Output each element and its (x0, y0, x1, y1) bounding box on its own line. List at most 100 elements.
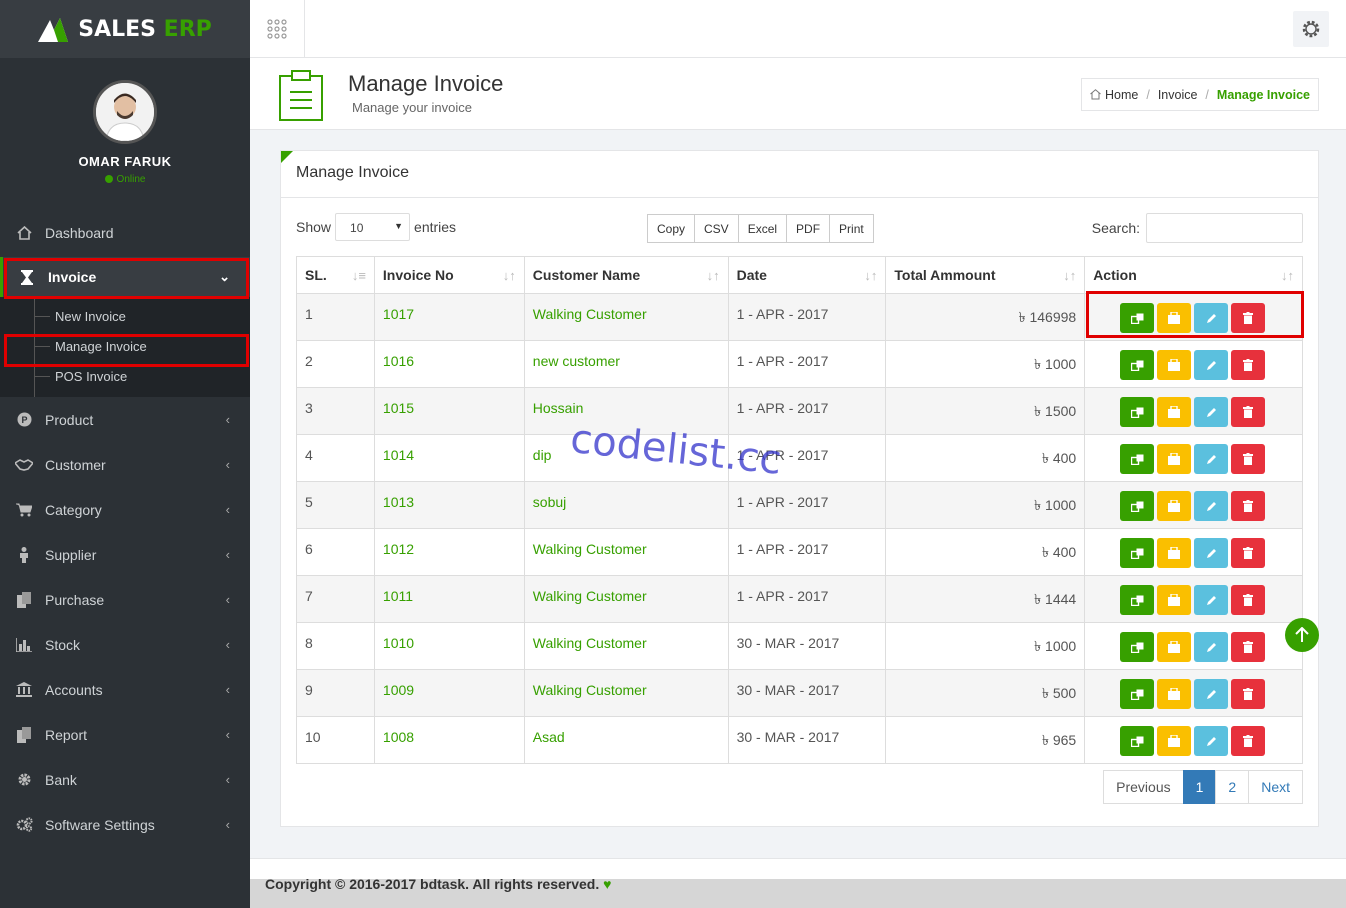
cell-invoice-no[interactable]: 1012 (373, 528, 525, 576)
delete-button[interactable] (1231, 350, 1266, 380)
sidebar-item-dashboard[interactable]: Dashboard (0, 210, 250, 255)
delete-button[interactable] (1231, 491, 1266, 521)
cell-invoice-no[interactable]: 1015 (373, 387, 525, 435)
view-button[interactable] (1120, 350, 1155, 380)
cell-invoice-no[interactable]: 1009 (373, 669, 525, 717)
avatar[interactable] (93, 80, 157, 144)
col-date[interactable]: Date ↓↑ (727, 256, 887, 294)
delete-button[interactable] (1231, 538, 1266, 568)
pos-button[interactable] (1157, 538, 1192, 568)
sidebar-item-report[interactable]: Report ‹ (0, 712, 250, 757)
breadcrumb-invoice[interactable]: Invoice (1158, 88, 1198, 102)
cell-customer-name[interactable]: Walking Customer (523, 293, 729, 341)
view-icon (1130, 548, 1144, 559)
col-total-amount[interactable]: Total Ammount ↓↑ (885, 256, 1086, 294)
cell-invoice-no[interactable]: 1011 (373, 575, 525, 623)
sidebar-item-label: Software Settings (45, 816, 155, 833)
cell-invoice-no[interactable]: 1016 (373, 340, 525, 388)
cell-invoice-no[interactable]: 1014 (373, 434, 525, 482)
cell-invoice-no[interactable]: 1008 (373, 716, 525, 764)
pagination-page-2[interactable]: 2 (1215, 770, 1250, 804)
search-input[interactable] (1146, 213, 1303, 243)
pagination-previous[interactable]: Previous (1103, 770, 1184, 804)
edit-button[interactable] (1194, 397, 1229, 427)
view-button[interactable] (1120, 491, 1155, 521)
view-button[interactable] (1120, 444, 1155, 474)
pos-button[interactable] (1157, 303, 1192, 333)
view-icon (1130, 360, 1144, 371)
view-button[interactable] (1120, 397, 1155, 427)
cell-invoice-no[interactable]: 1013 (373, 481, 525, 529)
sidebar-item-stock[interactable]: Stock ‹ (0, 622, 250, 667)
pos-button[interactable] (1157, 444, 1192, 474)
edit-button[interactable] (1194, 538, 1229, 568)
print-button[interactable]: Print (829, 214, 874, 243)
pos-button[interactable] (1157, 491, 1192, 521)
view-button[interactable] (1120, 585, 1155, 615)
delete-button[interactable] (1231, 585, 1266, 615)
pos-button[interactable] (1157, 585, 1192, 615)
view-button[interactable] (1120, 538, 1155, 568)
cell-customer-name[interactable]: Walking Customer (523, 622, 729, 670)
delete-button[interactable] (1231, 444, 1266, 474)
col-sl[interactable]: SL. ↓≡ (296, 256, 375, 294)
edit-button[interactable] (1194, 444, 1229, 474)
delete-button[interactable] (1231, 679, 1266, 709)
submenu-pos-invoice[interactable]: POS Invoice (0, 361, 250, 391)
cell-customer-name[interactable]: Walking Customer (523, 575, 729, 623)
edit-button[interactable] (1194, 679, 1229, 709)
edit-button[interactable] (1194, 585, 1229, 615)
sidebar-item-customer[interactable]: Customer ‹ (0, 442, 250, 487)
delete-button[interactable] (1231, 303, 1266, 333)
cell-customer-name[interactable]: sobuj (523, 481, 729, 529)
view-button[interactable] (1120, 679, 1155, 709)
pagination-page-1[interactable]: 1 (1182, 770, 1217, 804)
cell-invoice-no[interactable]: 1017 (373, 293, 525, 341)
submenu-manage-invoice[interactable]: Manage Invoice (0, 331, 250, 361)
pos-button[interactable] (1157, 726, 1192, 756)
pos-button[interactable] (1157, 679, 1192, 709)
pos-button[interactable] (1157, 632, 1192, 662)
submenu-new-invoice[interactable]: New Invoice (0, 301, 250, 331)
sidebar-item-accounts[interactable]: Accounts ‹ (0, 667, 250, 712)
scroll-to-top-button[interactable] (1285, 618, 1319, 652)
pagination-next[interactable]: Next (1248, 770, 1303, 804)
delete-button[interactable] (1231, 726, 1266, 756)
edit-button[interactable] (1194, 303, 1229, 333)
view-button[interactable] (1120, 303, 1155, 333)
view-button[interactable] (1120, 632, 1155, 662)
csv-button[interactable]: CSV (694, 214, 739, 243)
breadcrumb-home[interactable]: Home (1105, 88, 1138, 102)
sidebar-item-supplier[interactable]: Supplier ‹ (0, 532, 250, 577)
edit-button[interactable] (1194, 350, 1229, 380)
cell-customer-name[interactable]: Asad (523, 716, 729, 764)
sidebar-item-category[interactable]: Category ‹ (0, 487, 250, 532)
page-length-select[interactable]: 10 ▼ (335, 213, 411, 241)
delete-button[interactable] (1231, 632, 1266, 662)
cell-invoice-no[interactable]: 1010 (373, 622, 525, 670)
delete-button[interactable] (1231, 397, 1266, 427)
settings-button[interactable] (1293, 11, 1329, 47)
pos-button[interactable] (1157, 350, 1192, 380)
sidebar-item-product[interactable]: P Product ‹ (0, 397, 250, 442)
pos-button[interactable] (1157, 397, 1192, 427)
brand-logo[interactable]: SALES ERP (0, 0, 250, 58)
sidebar-item-software-settings[interactable]: Software Settings ‹ (0, 802, 250, 847)
apps-grid-button[interactable] (250, 0, 305, 58)
copy-button[interactable]: Copy (647, 214, 696, 243)
pdf-button[interactable]: PDF (786, 214, 831, 243)
edit-button[interactable] (1194, 632, 1229, 662)
view-button[interactable] (1120, 726, 1155, 756)
sidebar-item-invoice[interactable]: Invoice ⌄ (0, 257, 250, 297)
col-customer-name[interactable]: Customer Name ↓↑ (523, 256, 729, 294)
sidebar-item-purchase[interactable]: Purchase ‹ (0, 577, 250, 622)
cell-customer-name[interactable]: Walking Customer (523, 528, 729, 576)
cell-customer-name[interactable]: Walking Customer (523, 669, 729, 717)
excel-button[interactable]: Excel (737, 214, 788, 243)
col-invoice-no[interactable]: Invoice No ↓↑ (373, 256, 525, 294)
sidebar-item-bank[interactable]: Bank ‹ (0, 757, 250, 802)
edit-button[interactable] (1194, 491, 1229, 521)
cell-customer-name[interactable]: new customer (523, 340, 729, 388)
col-action[interactable]: Action ↓↑ (1084, 256, 1303, 294)
edit-button[interactable] (1194, 726, 1229, 756)
